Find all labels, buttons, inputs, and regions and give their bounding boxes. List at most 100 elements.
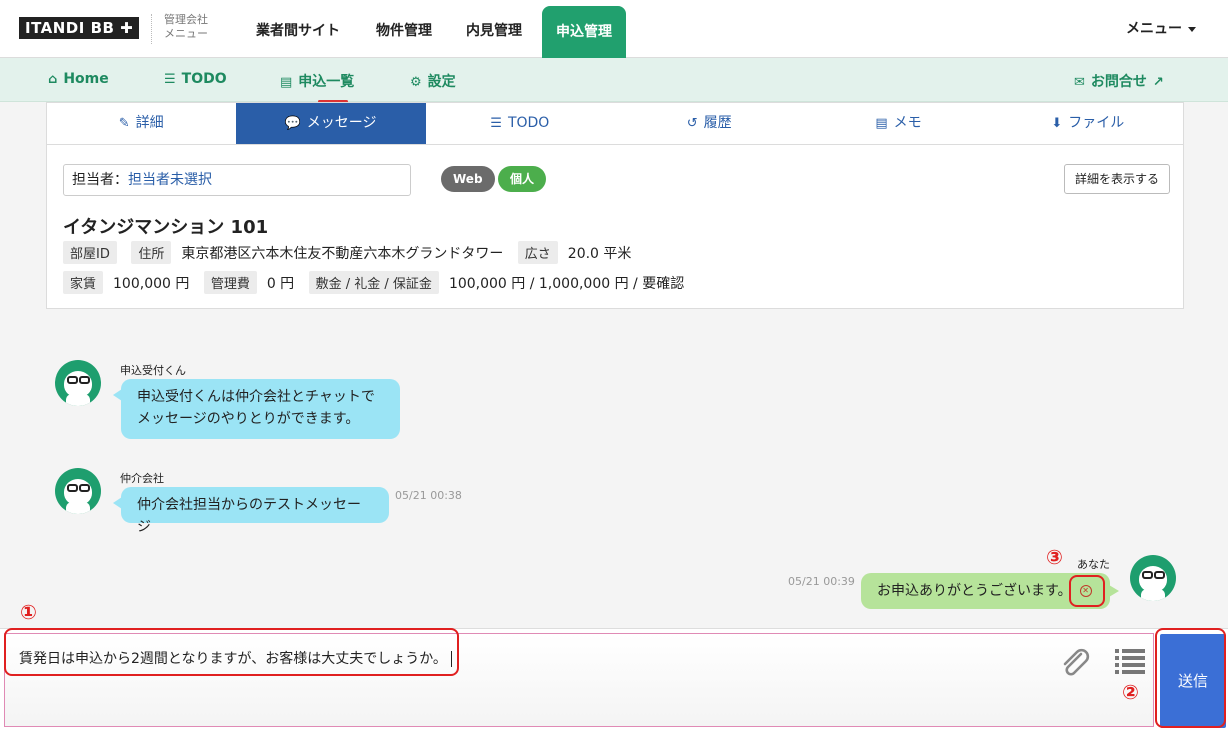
glasses-icon [67, 376, 78, 384]
application-info-panel: 担当者：担当者未選択 Web 個人 詳細を表示する イタンジマンション 101 … [46, 144, 1184, 309]
address-value: 東京都港区六本木住友不動産六本木グランドタワー [181, 246, 504, 262]
management-fee-value: 0 円 [266, 276, 295, 292]
nav-moushikomi-kanri[interactable]: 申込管理 [542, 6, 626, 58]
message-text-line1: 申込受付くんは仲介会社とチャットで [137, 389, 375, 405]
nav-gyoshakan-site[interactable]: 業者間サイト [256, 0, 340, 58]
bear-body [1141, 589, 1165, 601]
message-sender: あなた [1077, 558, 1110, 571]
tab-history-label: 履歴 [703, 115, 732, 131]
tab-files[interactable]: ⬇ ファイル [994, 103, 1183, 144]
tab-todo-label: TODO [507, 115, 550, 131]
annotation-number-3: ③ [1046, 545, 1063, 569]
glasses-icon [67, 484, 78, 492]
message-bubble: 申込受付くんは仲介会社とチャットで メッセージのやりとりができます。 [113, 379, 400, 439]
property-row-1: 部屋ID 住所 東京都港区六本木住友不動産六本木グランドタワー 広さ 20.0 平米 [63, 241, 641, 264]
nav-bukken-kanri[interactable]: 物件管理 [376, 0, 432, 58]
template-list-icon[interactable] [1114, 647, 1146, 677]
glasses-icon [79, 484, 90, 492]
annotation-number-2: ② [1122, 680, 1139, 704]
message-timestamp: 05/21 00:38 [395, 489, 462, 502]
chevron-down-icon [1188, 26, 1196, 32]
tab-bar: ✎ 詳細 💬 メッセージ ☰ TODO ↺ 履歴 ▤ メモ ⬇ ファイル [46, 102, 1184, 144]
message-text: お申込ありがとうございます。 [877, 583, 1072, 599]
deposit-value: 100,000 円 / 1,000,000 円 / 要確認 [448, 276, 685, 292]
envelope-icon: ✉ [1074, 75, 1085, 90]
tab-details-label: 詳細 [135, 115, 164, 131]
memo-icon: ▤ [875, 116, 888, 131]
message-timestamp: 05/21 00:39 [788, 575, 855, 588]
tab-files-label: ファイル [1068, 115, 1125, 131]
subnav-home[interactable]: ⌂ Home [48, 71, 109, 87]
annotation-number-1: ① [20, 600, 37, 624]
subnav-contact[interactable]: ✉ お問合せ ↗ [1074, 71, 1164, 91]
glasses-icon [1142, 571, 1153, 579]
avatar [55, 468, 101, 514]
document-icon: ▤ [280, 75, 293, 90]
message-sender: 申込受付くん [120, 364, 186, 377]
history-icon: ↺ [686, 116, 698, 131]
download-icon: ⬇ [1051, 116, 1063, 131]
property-row-2: 家賃 100,000 円 管理費 0 円 敷金 / 礼金 / 保証金 100,000 … [63, 271, 694, 294]
subnav-settings-label: 設定 [427, 74, 456, 90]
paperclip-icon[interactable] [1059, 648, 1091, 678]
assignee-label: 担当者： [72, 172, 128, 188]
address-label: 住所 [131, 241, 172, 264]
annotation-box-1 [4, 628, 459, 676]
subnav-contact-label: お問合せ [1090, 74, 1147, 90]
tab-messages[interactable]: 💬 メッセージ [236, 103, 426, 144]
rent-value: 100,000 円 [113, 276, 190, 292]
management-fee-label: 管理費 [203, 271, 257, 294]
message-sender: 仲介会社 [120, 472, 164, 485]
sub-navbar: ⌂ Home ☰ TODO ▤ 申込一覧 ⚙ 設定 ✉ お問合せ ↗ [0, 58, 1228, 102]
chat-icon: 💬 [284, 116, 301, 131]
subnav-todo[interactable]: ☰ TODO [164, 71, 227, 87]
itandi-logo[interactable]: ITANDI BB ✚ [19, 17, 139, 39]
glasses-icon [1154, 571, 1165, 579]
external-link-icon: ↗ [1152, 75, 1164, 90]
area-value: 20.0 平米 [567, 246, 632, 262]
subnav-todo-label: TODO [181, 71, 227, 87]
logo-divider [151, 14, 152, 44]
rent-label: 家賃 [63, 271, 104, 294]
deposit-label: 敷金 / 礼金 / 保証金 [308, 271, 439, 294]
bear-body [66, 502, 90, 514]
subnav-settings[interactable]: ⚙ 設定 [410, 71, 456, 91]
tab-memo-label: メモ [893, 115, 922, 131]
avatar [55, 360, 101, 406]
assignee-select[interactable]: 担当者：担当者未選択 [63, 164, 411, 196]
top-navbar: ITANDI BB ✚ 管理会社 メニュー 業者間サイト 物件管理 内見管理 申… [0, 0, 1228, 58]
logo-subtitle-line2: メニュー [164, 27, 208, 40]
tab-details[interactable]: ✎ 詳細 [47, 103, 236, 144]
property-name: イタンジマンション 101 [63, 217, 269, 238]
subnav-list-label: 申込一覧 [298, 74, 355, 90]
message-bubble: 仲介会社担当からのテストメッセージ [113, 487, 389, 535]
nav-naiken-kanri[interactable]: 内見管理 [466, 0, 522, 58]
logo-subtitle: 管理会社 メニュー [164, 13, 224, 41]
menu-label: メニュー [1126, 21, 1182, 37]
bear-body [66, 394, 90, 406]
tab-history[interactable]: ↺ 履歴 [615, 103, 804, 144]
annotation-box-2 [1155, 628, 1226, 728]
web-badge: Web [441, 166, 495, 192]
tab-memo[interactable]: ▤ メモ [804, 103, 993, 144]
tab-todo[interactable]: ☰ TODO [426, 103, 615, 144]
message-text-line2: メッセージのやりとりができます。 [137, 411, 360, 427]
home-icon: ⌂ [48, 72, 58, 87]
tab-messages-label: メッセージ [306, 115, 377, 131]
subnav-home-label: Home [63, 71, 109, 87]
list-icon: ☰ [490, 116, 502, 131]
assignee-value: 担当者未選択 [128, 172, 212, 188]
show-details-button[interactable]: 詳細を表示する [1063, 164, 1170, 194]
room-id-label: 部屋ID [63, 241, 117, 264]
individual-badge: 個人 [498, 166, 547, 192]
gear-icon: ⚙ [410, 75, 422, 90]
logo-subtitle-line1: 管理会社 [164, 13, 208, 26]
checklist-icon: ☰ [164, 72, 176, 87]
menu-dropdown[interactable]: メニュー [1126, 18, 1196, 38]
annotation-box-3 [1069, 575, 1105, 607]
area-label: 広さ [517, 241, 558, 264]
subnav-application-list[interactable]: ▤ 申込一覧 [280, 71, 354, 91]
glasses-icon [79, 376, 90, 384]
avatar [1130, 555, 1176, 601]
edit-icon: ✎ [118, 116, 130, 131]
